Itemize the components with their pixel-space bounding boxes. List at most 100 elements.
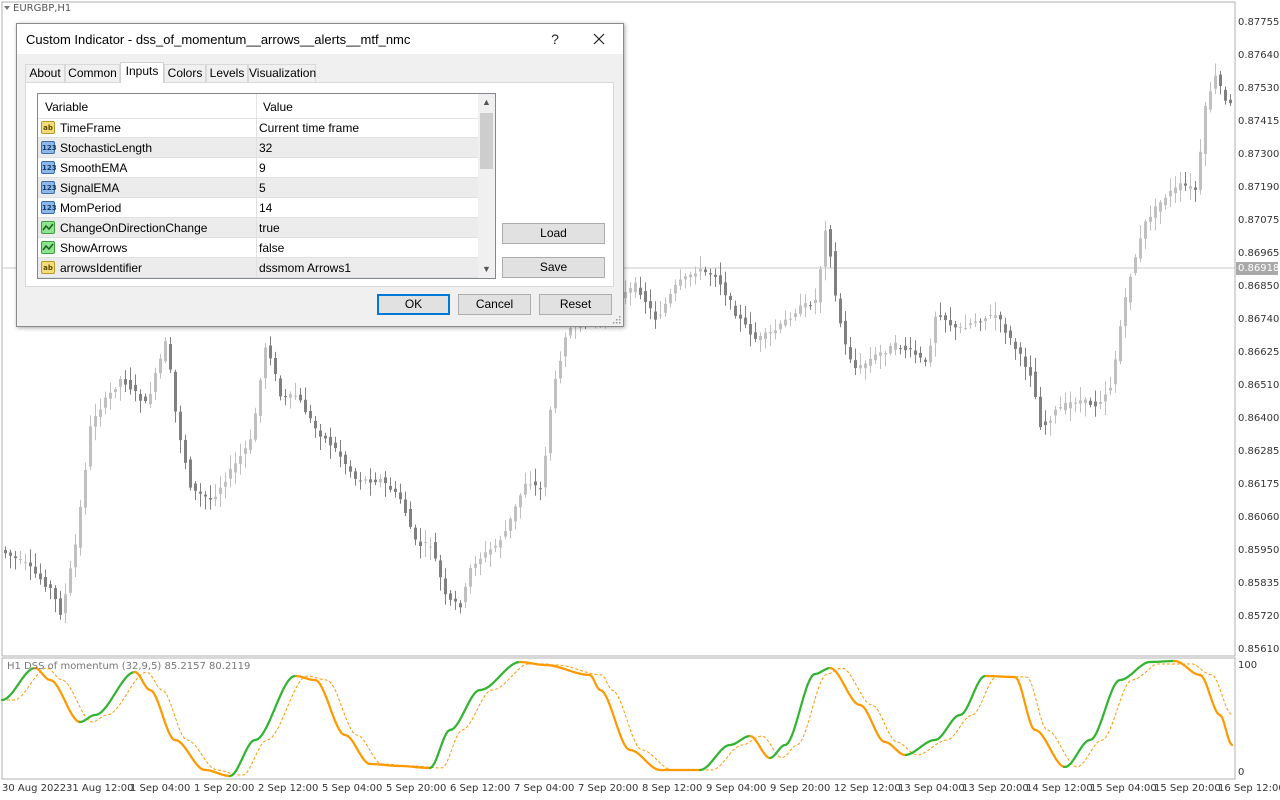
candle-body <box>769 331 772 334</box>
candle-body <box>1014 341 1017 349</box>
param-row[interactable]: ShowArrows false <box>38 238 478 258</box>
param-value[interactable]: false <box>259 241 284 255</box>
candle-body <box>569 328 572 336</box>
reset-button[interactable]: Reset <box>539 294 612 315</box>
column-variable[interactable]: Variable <box>45 100 88 114</box>
param-row[interactable]: ChangeOnDirectionChange true <box>38 218 478 238</box>
column-value[interactable]: Value <box>263 100 293 114</box>
save-button[interactable]: Save <box>502 257 605 278</box>
candle-body <box>1009 330 1012 338</box>
param-row[interactable]: 123 StochasticLength 32 <box>38 138 478 158</box>
candle-body <box>1134 257 1137 273</box>
candle-body <box>124 379 127 385</box>
candle-body <box>1204 106 1207 154</box>
param-name: ChangeOnDirectionChange <box>60 221 208 235</box>
price-axis-label: 0.86060 <box>1238 512 1280 523</box>
tab-about[interactable]: About <box>25 64 65 82</box>
candle-body <box>509 518 512 531</box>
candle-body <box>184 439 187 463</box>
close-button[interactable] <box>585 28 613 50</box>
time-axis-label: 13 Sep 20:00 <box>962 783 1029 794</box>
candle-body <box>719 275 722 285</box>
candle-body <box>449 593 452 600</box>
tab-common[interactable]: Common <box>65 64 120 82</box>
candle-body <box>904 345 907 351</box>
time-axis-label: 13 Sep 04:00 <box>898 783 965 794</box>
price-axis-label: 0.87415 <box>1238 116 1280 127</box>
param-row[interactable]: ab arrowsIdentifier dssmom Arrows1 <box>38 258 478 278</box>
indicator-axis-max: 100 <box>1238 660 1258 671</box>
candle-body <box>309 410 312 419</box>
param-value[interactable]: 5 <box>259 181 266 195</box>
tab-visualization[interactable]: Visualization <box>248 64 316 82</box>
param-row[interactable]: ab TimeFrame Current time frame <box>38 118 478 138</box>
tab-inputs[interactable]: Inputs <box>120 62 164 83</box>
scroll-up-icon[interactable]: ▲ <box>478 94 495 111</box>
time-axis-label: 15 Sep 20:00 <box>1154 783 1221 794</box>
number-type-icon: 123 <box>41 161 57 174</box>
candle-body <box>14 556 17 559</box>
candle-body <box>549 409 552 454</box>
ok-button[interactable]: OK <box>377 294 450 315</box>
candle-body <box>179 411 182 441</box>
dialog-titlebar[interactable]: Custom Indicator - dss_of_momentum__arro… <box>17 24 623 54</box>
candle-body <box>934 316 937 343</box>
candle-body <box>654 311 657 320</box>
time-axis-label: 30 Aug 2022 <box>2 783 67 794</box>
candle-body <box>269 345 272 359</box>
candle-body <box>99 409 102 417</box>
candle-body <box>1214 75 1217 89</box>
candle-body <box>464 586 467 603</box>
candle-body <box>399 492 402 500</box>
param-value[interactable]: 32 <box>259 141 272 155</box>
candle-body <box>219 487 222 494</box>
candle-body <box>114 389 117 393</box>
price-axis-label: 0.86400 <box>1238 413 1280 424</box>
param-row[interactable]: 123 SmoothEMA 9 <box>38 158 478 178</box>
candle-body <box>44 577 47 587</box>
indicator-axis-min: 0 <box>1238 767 1245 778</box>
candle-body <box>954 324 957 328</box>
param-value[interactable]: Current time frame <box>259 121 359 135</box>
tab-colors[interactable]: Colors <box>164 64 206 82</box>
candle-body <box>349 466 352 472</box>
candle-body <box>1074 402 1077 404</box>
candle-body <box>1084 399 1087 404</box>
resize-grip-icon[interactable] <box>612 315 621 324</box>
price-axis-label: 0.87755 <box>1238 17 1280 28</box>
load-button[interactable]: Load <box>502 223 605 244</box>
candle-body <box>49 584 52 588</box>
param-row[interactable]: 123 MomPeriod 14 <box>38 198 478 218</box>
param-value[interactable]: true <box>259 221 280 235</box>
candle-body <box>889 346 892 354</box>
candle-body <box>669 294 672 304</box>
parameters-grid: Variable Value ab TimeFrame Current time… <box>37 93 496 279</box>
candle-body <box>149 393 152 405</box>
tab-levels[interactable]: Levels <box>206 64 248 82</box>
candle-body <box>334 442 337 449</box>
param-name: TimeFrame <box>60 121 121 135</box>
candle-body <box>1139 238 1142 259</box>
candle-body <box>679 279 682 286</box>
price-axis-label: 0.86850 <box>1238 281 1280 292</box>
param-value[interactable]: 9 <box>259 161 266 175</box>
scrollbar-thumb[interactable] <box>480 113 493 169</box>
param-value[interactable]: dssmom Arrows1 <box>259 261 351 275</box>
candle-body <box>544 455 547 488</box>
candle-body <box>394 488 397 492</box>
candle-body <box>64 594 67 614</box>
price-axis-label: 0.87190 <box>1238 182 1280 193</box>
price-axis-label: 0.87075 <box>1238 215 1280 226</box>
param-name: arrowsIdentifier <box>60 261 143 275</box>
candle-body <box>34 566 37 574</box>
help-button[interactable]: ? <box>544 28 566 50</box>
boolean-type-icon <box>41 241 55 254</box>
candle-body <box>744 317 747 325</box>
candle-body <box>1004 324 1007 333</box>
grid-scrollbar[interactable]: ▲ ▼ <box>478 94 495 278</box>
param-row[interactable]: 123 SignalEMA 5 <box>38 178 478 198</box>
param-value[interactable]: 14 <box>259 201 272 215</box>
scroll-down-icon[interactable]: ▼ <box>478 261 495 278</box>
candle-body <box>24 562 27 564</box>
cancel-button[interactable]: Cancel <box>458 294 531 315</box>
